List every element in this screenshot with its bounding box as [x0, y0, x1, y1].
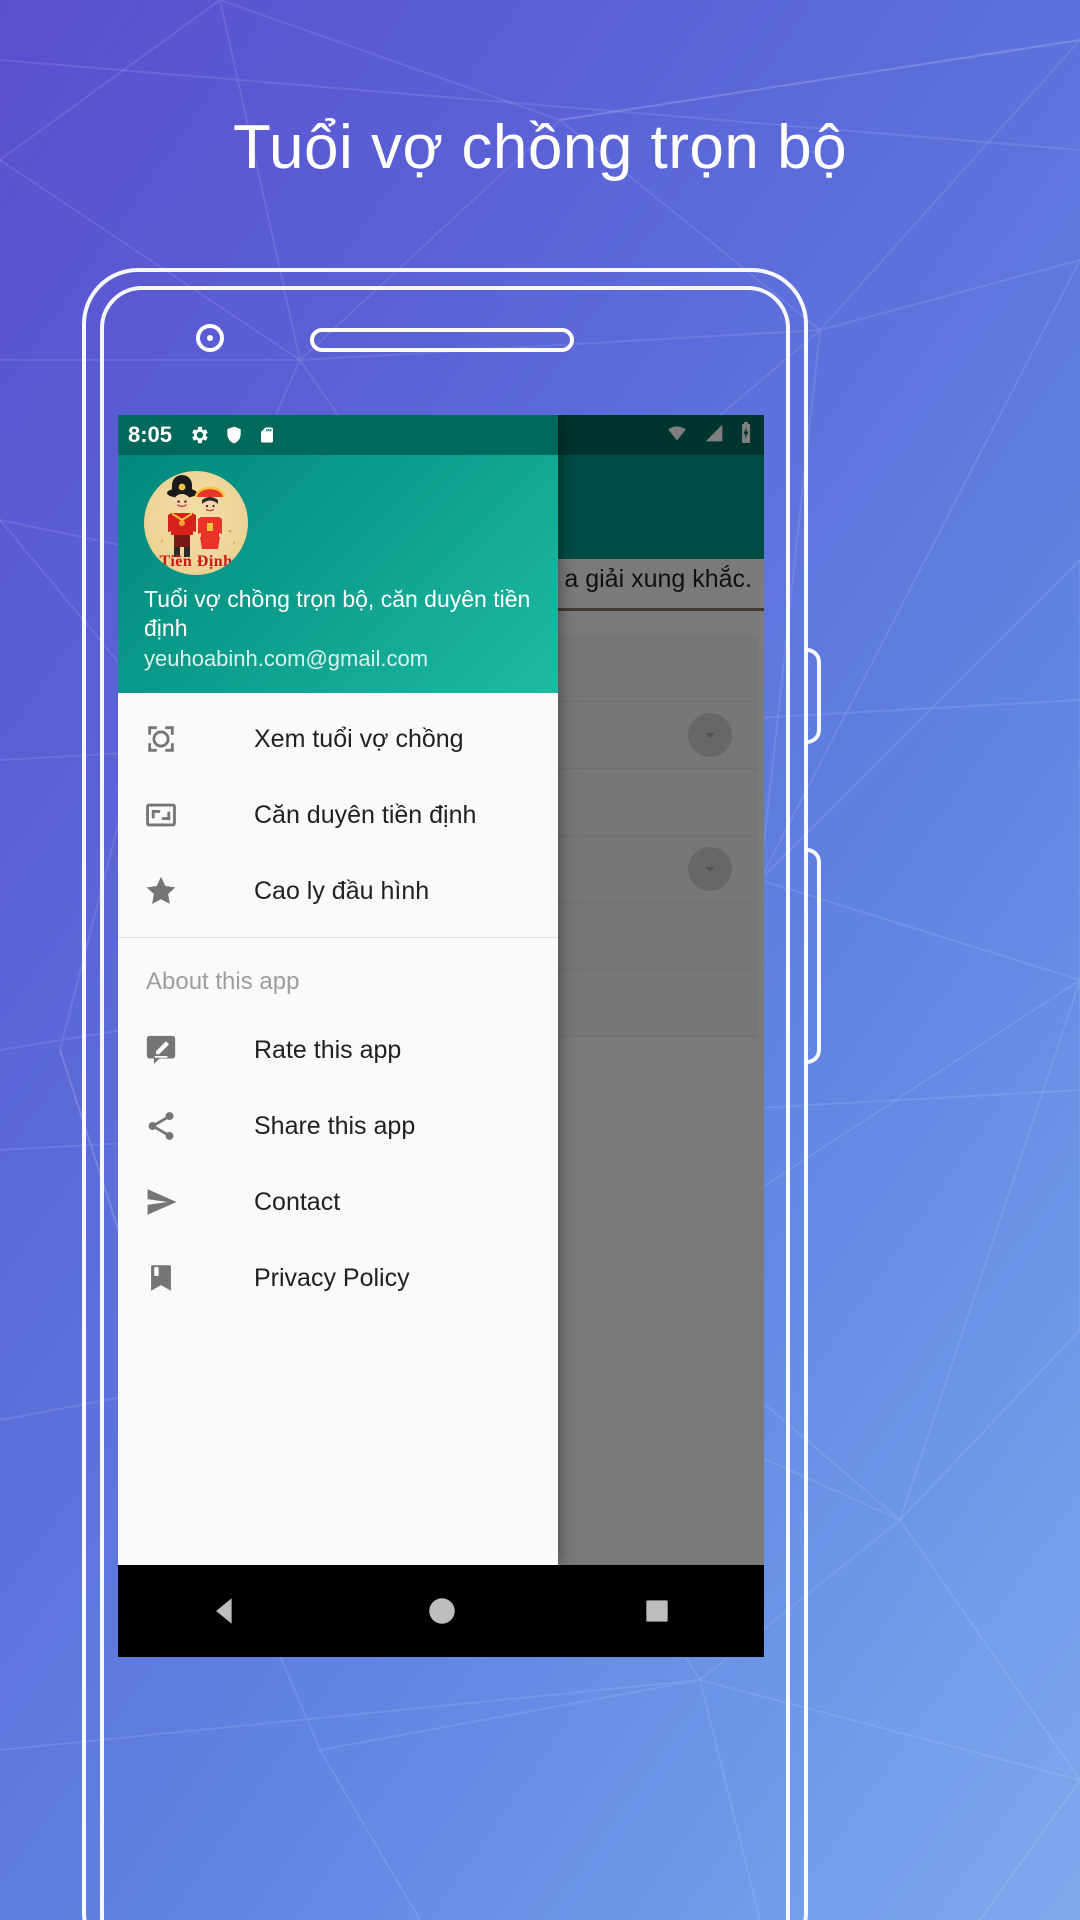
promo-title: Tuổi vợ chồng trọn bộ [232, 113, 848, 182]
bookmark-icon [144, 1261, 190, 1295]
menu-item-xem-tuoi-vo-chong[interactable]: Xem tuổi vợ chồng [118, 701, 558, 777]
system-nav-bar [118, 1565, 764, 1657]
recents-button[interactable] [641, 1595, 673, 1627]
rate-review-icon [144, 1033, 190, 1067]
sd-card-icon [258, 424, 276, 446]
drawer-header: Tiền Định Tuổi vợ chồng trọn bộ, căn duy… [118, 455, 558, 693]
menu-item-label: Căn duyên tiền định [254, 800, 477, 829]
promo-screenshot: Tuổi vợ chồng trọn bộ 8:05 Tiền Định Tuổ… [0, 0, 1080, 1920]
menu-item-label: Share this app [254, 1111, 416, 1140]
phone-screen: a giải xung khắc. [118, 415, 764, 1565]
avatar: Tiền Định [144, 471, 248, 575]
menu-item-label: Rate this app [254, 1035, 402, 1064]
camera-icon [196, 324, 224, 352]
speaker-icon [310, 328, 574, 352]
menu-item-rate-this-app[interactable]: Rate this app [118, 1012, 558, 1088]
avatar-caption: Tiền Định [159, 553, 233, 570]
share-icon [144, 1109, 190, 1143]
back-button[interactable] [209, 1594, 243, 1628]
menu-item-privacy-policy[interactable]: Privacy Policy [118, 1240, 558, 1316]
menu-item-label: Privacy Policy [254, 1263, 410, 1292]
navigation-drawer: 8:05 Tiền Định Tuổi vợ chồng trọn bộ, că… [118, 415, 558, 1565]
menu-item-share-this-app[interactable]: Share this app [118, 1088, 558, 1164]
drawer-account-name: Tuổi vợ chồng trọn bộ, căn duyên tiền đị… [144, 586, 531, 642]
menu-item-contact[interactable]: Contact [118, 1164, 558, 1240]
menu-item-label: Xem tuổi vợ chồng [254, 724, 464, 753]
home-button[interactable] [425, 1594, 459, 1628]
drawer-menu: Xem tuổi vợ chồng Căn duyên tiền định Ca… [118, 693, 558, 1565]
menu-item-label: Cao ly đầu hình [254, 876, 430, 905]
gear-icon [188, 424, 210, 446]
menu-section-title: About this app [146, 968, 300, 995]
star-icon [144, 874, 190, 908]
phone-side-button-power [805, 848, 821, 1064]
menu-item-label: Contact [254, 1187, 341, 1216]
send-icon [144, 1185, 190, 1219]
crop-free-icon [144, 722, 190, 756]
phone-side-button-volume [805, 648, 821, 744]
status-bar-clock: 8:05 [128, 422, 173, 447]
shield-icon [224, 424, 244, 446]
menu-item-cao-ly-dau-hinh[interactable]: Cao ly đầu hình [118, 853, 558, 929]
fit-screen-icon [144, 798, 190, 832]
menu-item-can-duyen-tien-dinh[interactable]: Căn duyên tiền định [118, 777, 558, 853]
status-bar: 8:05 [118, 415, 558, 455]
drawer-account-email: yeuhoabinh.com@gmail.com [144, 645, 429, 671]
